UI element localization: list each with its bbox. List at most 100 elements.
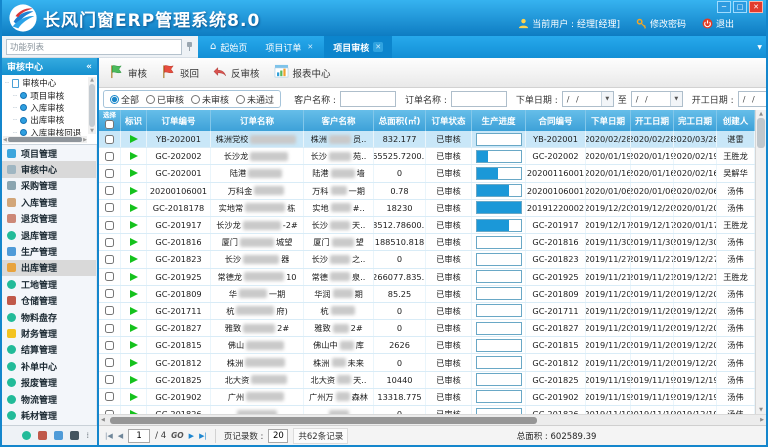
sidebar-item-工地管理[interactable]: 工地管理 [2,276,96,292]
row-checkbox[interactable] [105,289,114,298]
table-row[interactable]: GC-201823长沙器长沙之..0已审核GC-2018232019/11/27… [99,251,755,268]
maximize-button[interactable]: □ [733,1,747,13]
sidebar-item-出库管理[interactable]: 出库管理 [2,260,96,276]
row-checkbox[interactable] [105,203,114,212]
minimize-button[interactable]: ─ [717,1,731,13]
shortcut-edit-icon[interactable] [54,431,63,440]
row-checkbox[interactable] [105,152,114,161]
table-row[interactable]: GC-201809华一期华润期85.25已审核GC-2018092019/11/… [99,286,755,303]
row-select-cell[interactable] [99,251,121,267]
collapse-sidebar-icon[interactable]: « [86,62,92,72]
row-select-cell[interactable] [99,183,121,199]
change-password-button[interactable]: 修改密码 [636,17,686,30]
grid-vertical-scrollbar[interactable]: ▲ ▼ [755,110,766,414]
sidebar-item-审核中心[interactable]: 审核中心 [2,161,96,177]
sidebar-item-仓储管理[interactable]: 仓储管理 [2,293,96,309]
row-select-cell[interactable] [99,269,121,285]
row-select-cell[interactable] [99,165,121,181]
table-row[interactable]: GC-201827雅致2#雅致2#0已审核GC-2018272019/11/20… [99,320,755,337]
row-select-cell[interactable] [99,337,121,353]
tree-item-出库审核[interactable]: ┄出库审核 [5,114,87,126]
radio-input-全部[interactable] [110,95,119,104]
row-checkbox[interactable] [105,255,114,264]
tree-item-入库审核[interactable]: ┄入库审核 [5,102,87,114]
table-row[interactable]: 20200106001万科金万科一期0.78已审核202001060012020… [99,183,755,200]
radio-未通过[interactable]: 未通过 [236,93,274,106]
tab-起始页[interactable]: ⌂起始页 [201,36,256,58]
报表中心-button[interactable]: 报表中心 [274,64,331,81]
table-row[interactable]: GC-201812株洲株洲未来0已审核GC-2018122019/11/2020… [99,354,755,371]
sidebar-item-项目管理[interactable]: 项目管理 [2,145,96,161]
tab-项目审核[interactable]: 项目审核✕ [324,36,392,58]
select-all-checkbox[interactable] [105,120,114,129]
sidebar-item-入库管理[interactable]: 入库管理 [2,194,96,210]
row-select-cell[interactable] [99,406,121,414]
row-checkbox[interactable] [105,341,114,350]
table-row[interactable]: GC-2018178实地常栋实地#..18230已审核2019122000220… [99,200,755,217]
next-page-button[interactable]: ▶ [189,432,194,440]
row-checkbox[interactable] [105,186,114,195]
order-date-to-picker[interactable]: / / ▼ [631,91,683,107]
radio-input-未审核[interactable] [191,95,200,104]
sidebar-item-物流管理[interactable]: 物流管理 [2,391,96,407]
审核-button[interactable]: 审核 [109,64,147,82]
tree-root-audit-center[interactable]: ┄ 审核中心 [5,77,87,89]
sidebar-item-采购管理[interactable]: 采购管理 [2,178,96,194]
row-select-cell[interactable] [99,354,121,370]
table-row[interactable]: GC-201815佛山佛山中库2626已审核GC-2018152019/11/2… [99,337,755,354]
radio-未审核[interactable]: 未审核 [191,93,229,106]
sidebar-item-退货管理[interactable]: 退货管理 [2,211,96,227]
logout-button[interactable]: 退出 [702,17,734,30]
sidebar-item-退库管理[interactable]: 退库管理 [2,227,96,243]
close-tab-icon[interactable]: ✕ [373,42,383,52]
radio-已审核[interactable]: 已审核 [146,93,184,106]
table-row[interactable]: GC-202002长沙龙长沙苑..65525.7200..已审核GC-20200… [99,148,755,165]
vertical-scroll-thumb[interactable] [757,118,765,148]
radio-全部[interactable]: 全部 [110,93,139,106]
tree-vertical-scrollbar[interactable]: ▲▼ [88,77,96,134]
scroll-right-icon[interactable]: ▶ [760,417,764,423]
prev-page-button[interactable]: ◀ [118,432,123,440]
tree-horizontal-scrollbar[interactable]: ◀▶ [3,136,87,143]
sidebar-item-耗材管理[interactable]: 耗材管理 [2,407,96,423]
go-button[interactable]: GO [171,431,184,440]
row-checkbox[interactable] [105,135,114,144]
shortcut-user-icon[interactable] [70,431,79,440]
grid-horizontal-scrollbar[interactable]: ◀ ▶ [99,414,766,425]
row-checkbox[interactable] [105,392,114,401]
row-select-cell[interactable] [99,148,121,164]
dropdown-icon[interactable]: ▼ [601,92,613,106]
table-row[interactable]: YB-202001株洲党校株洲员..832.177已审核YB-202001202… [99,131,755,148]
row-select-cell[interactable] [99,303,121,319]
shortcut-dot-icon[interactable] [22,431,31,440]
sidebar-item-报废管理[interactable]: 报废管理 [2,374,96,390]
table-row[interactable]: GC-201925常德龙10常德泉..266077.835..已审核GC-201… [99,269,755,286]
row-checkbox[interactable] [105,324,114,333]
order-date-from-picker[interactable]: / / ▼ [562,91,614,107]
radio-input-已审核[interactable] [146,95,155,104]
scroll-down-icon[interactable]: ▼ [759,407,763,413]
scroll-left-icon[interactable]: ◀ [101,417,105,423]
dropdown-icon[interactable]: ▼ [670,92,682,106]
row-checkbox[interactable] [105,375,114,384]
row-checkbox[interactable] [105,221,114,230]
close-tab-icon[interactable]: ✕ [305,42,315,52]
row-checkbox[interactable] [105,358,114,367]
start-date-picker[interactable]: / / ▼ [738,91,766,107]
row-checkbox[interactable] [105,238,114,247]
tab-overflow-icon[interactable]: ▼ [757,44,766,51]
row-select-cell[interactable] [99,234,121,250]
sidebar-item-财务管理[interactable]: 财务管理 [2,325,96,341]
tab-项目订单[interactable]: 项目订单✕ [256,36,324,58]
page-size-input[interactable] [268,429,288,443]
table-row[interactable]: GC-2018260已审核GC-2018262019/11/192019/11/… [99,406,755,414]
row-checkbox[interactable] [105,272,114,281]
order-name-input[interactable] [451,91,507,107]
page-number-input[interactable] [128,429,150,443]
row-select-cell[interactable] [99,372,121,388]
row-checkbox[interactable] [105,306,114,315]
row-select-cell[interactable] [99,320,121,336]
column-header-选择[interactable]: 选择 [99,110,121,131]
overflow-dots-icon[interactable]: ⁞ [86,431,90,440]
last-page-button[interactable]: ▶| [199,432,207,440]
